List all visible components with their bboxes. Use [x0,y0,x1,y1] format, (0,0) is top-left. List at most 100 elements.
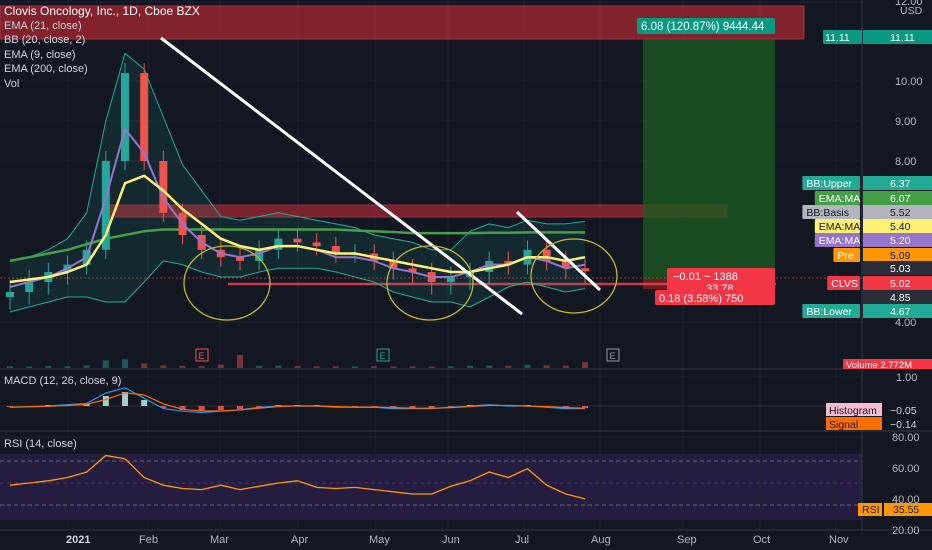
time-tick: Sep [677,534,697,546]
macd-histogram-bar [141,400,148,406]
macd-histogram-bar [102,396,109,406]
axis-tag-name: BB:Upper [806,178,852,190]
macd-legend: MACD (12, 26, close, 9) [4,374,121,389]
volume-bar [141,363,148,368]
target-zone [643,39,775,280]
axis-tag-name: BB:Basis [806,207,849,219]
candle-body [542,249,551,261]
price-tick: 10.00 [895,76,923,88]
volume-bar [409,366,416,368]
target-label: 6.08 (120.87%) 9444.44 [641,21,765,33]
axis-value: 5.52 [890,207,911,219]
volume-bar [562,365,569,368]
volume-bar [352,366,358,368]
volume-bar [217,364,224,368]
stop-label-top: −0.01 ~ 1388 [673,271,738,283]
earnings-marker-label: E [199,351,205,361]
volume-bar [198,366,205,368]
rsi-legend: RSI (14, close) [4,437,77,452]
rsi-tick: 80.00 [892,432,920,444]
rsi-tick: 60.00 [892,463,920,475]
volume-bar [122,359,128,368]
time-tick: Apr [291,534,308,546]
volume-bar [294,366,301,368]
axis-tag-name: BB:Lower [806,306,852,318]
macd-value: −0.05 [890,405,917,417]
volume-bar [524,364,531,368]
volume-bar [428,366,435,368]
time-tick: Oct [753,534,770,546]
volume-bar [447,366,454,368]
macd-tick: 1.00 [896,372,917,384]
volume-bar [26,366,33,368]
time-tick: Feb [139,534,158,546]
indicator-ema21[interactable]: EMA (21, close) [4,19,200,34]
volume-bar [102,360,109,368]
time-tick: Jun [442,534,460,546]
candle-body [6,292,14,297]
axis-value: 5.40 [890,221,911,233]
axis-value: 5.02 [890,278,911,290]
stop-label-bottom: 0.18 (3.58%) 750 [659,293,743,305]
volume-bar [543,365,550,368]
macd-histogram-bar [217,406,224,410]
volume-bar [390,366,397,368]
main-legend: Clovis Oncology, Inc., 1D, Cboe BZX EMA … [4,4,200,91]
rsi-value: 35.55 [893,504,919,516]
price-tick: 4.00 [895,317,916,329]
volume-bar [237,354,243,368]
earnings-marker-label: E [380,351,386,361]
time-tick: Jul [515,534,529,546]
volume-bar [83,365,90,368]
macd-title[interactable]: MACD (12, 26, close, 9) [4,374,121,389]
volume-bar [7,366,13,368]
axis-tag-name: EMA:MA [819,221,860,233]
rsi-tick: 20.00 [892,525,920,537]
price-tick: 8.00 [895,156,916,168]
price-tick: 12.00 [895,0,923,8]
volume-bar [256,365,263,368]
earnings-marker-label: E [610,351,616,361]
axis-value: 5.03 [890,263,911,275]
axis-tag-name: Pre [837,250,854,262]
macd-tag-name: Signal [829,419,858,431]
rsi-title[interactable]: RSI (14, close) [4,437,77,452]
time-tick: May [369,534,390,546]
macd-value: −0.14 [890,419,917,431]
candle-body [581,268,589,272]
indicator-ema9[interactable]: EMA (9, close) [4,48,200,63]
axis-tag-name: CLVS [831,278,858,290]
volume-bar [582,361,588,368]
time-tick: Aug [591,534,611,546]
axis-value: 4.67 [890,306,911,318]
axis-value: 4.85 [890,292,911,304]
volume-bar [332,366,339,368]
volume-bar [505,365,512,368]
volume-bar [275,365,282,368]
axis-value: 11.11 [890,32,915,44]
axis-value: 5.20 [890,235,911,247]
indicator-bb[interactable]: BB (20, close, 2) [4,33,200,48]
rsi-tag-name: RSI [862,504,880,516]
macd-histogram-bar [237,406,243,409]
axis-tag-name: EMA:MA [819,193,860,205]
indicator-ema200[interactable]: EMA (200, close) [4,62,200,77]
volume-bar [486,365,493,368]
symbol-title[interactable]: Clovis Oncology, Inc., 1D, Cboe BZX [4,4,200,19]
axis-value: 5.09 [890,250,911,262]
candle-body [312,242,321,247]
axis-tag-name: EMA:MA [819,235,860,247]
axis-value: 6.07 [890,193,911,205]
time-tick: 2021 [66,534,90,546]
candle-body [293,238,302,243]
macd-tag-name: Histogram [829,405,877,417]
volume-bar [313,366,320,368]
time-tick: Nov [829,534,849,546]
indicator-vol[interactable]: Vol [4,77,200,92]
volume-bar [371,366,378,368]
price-tick: 9.00 [895,116,916,128]
axis-value: 6.37 [890,178,911,190]
time-tick: Mar [210,534,229,546]
volume-bar [160,365,167,368]
volume-label: Volume 2.772M [846,360,912,371]
